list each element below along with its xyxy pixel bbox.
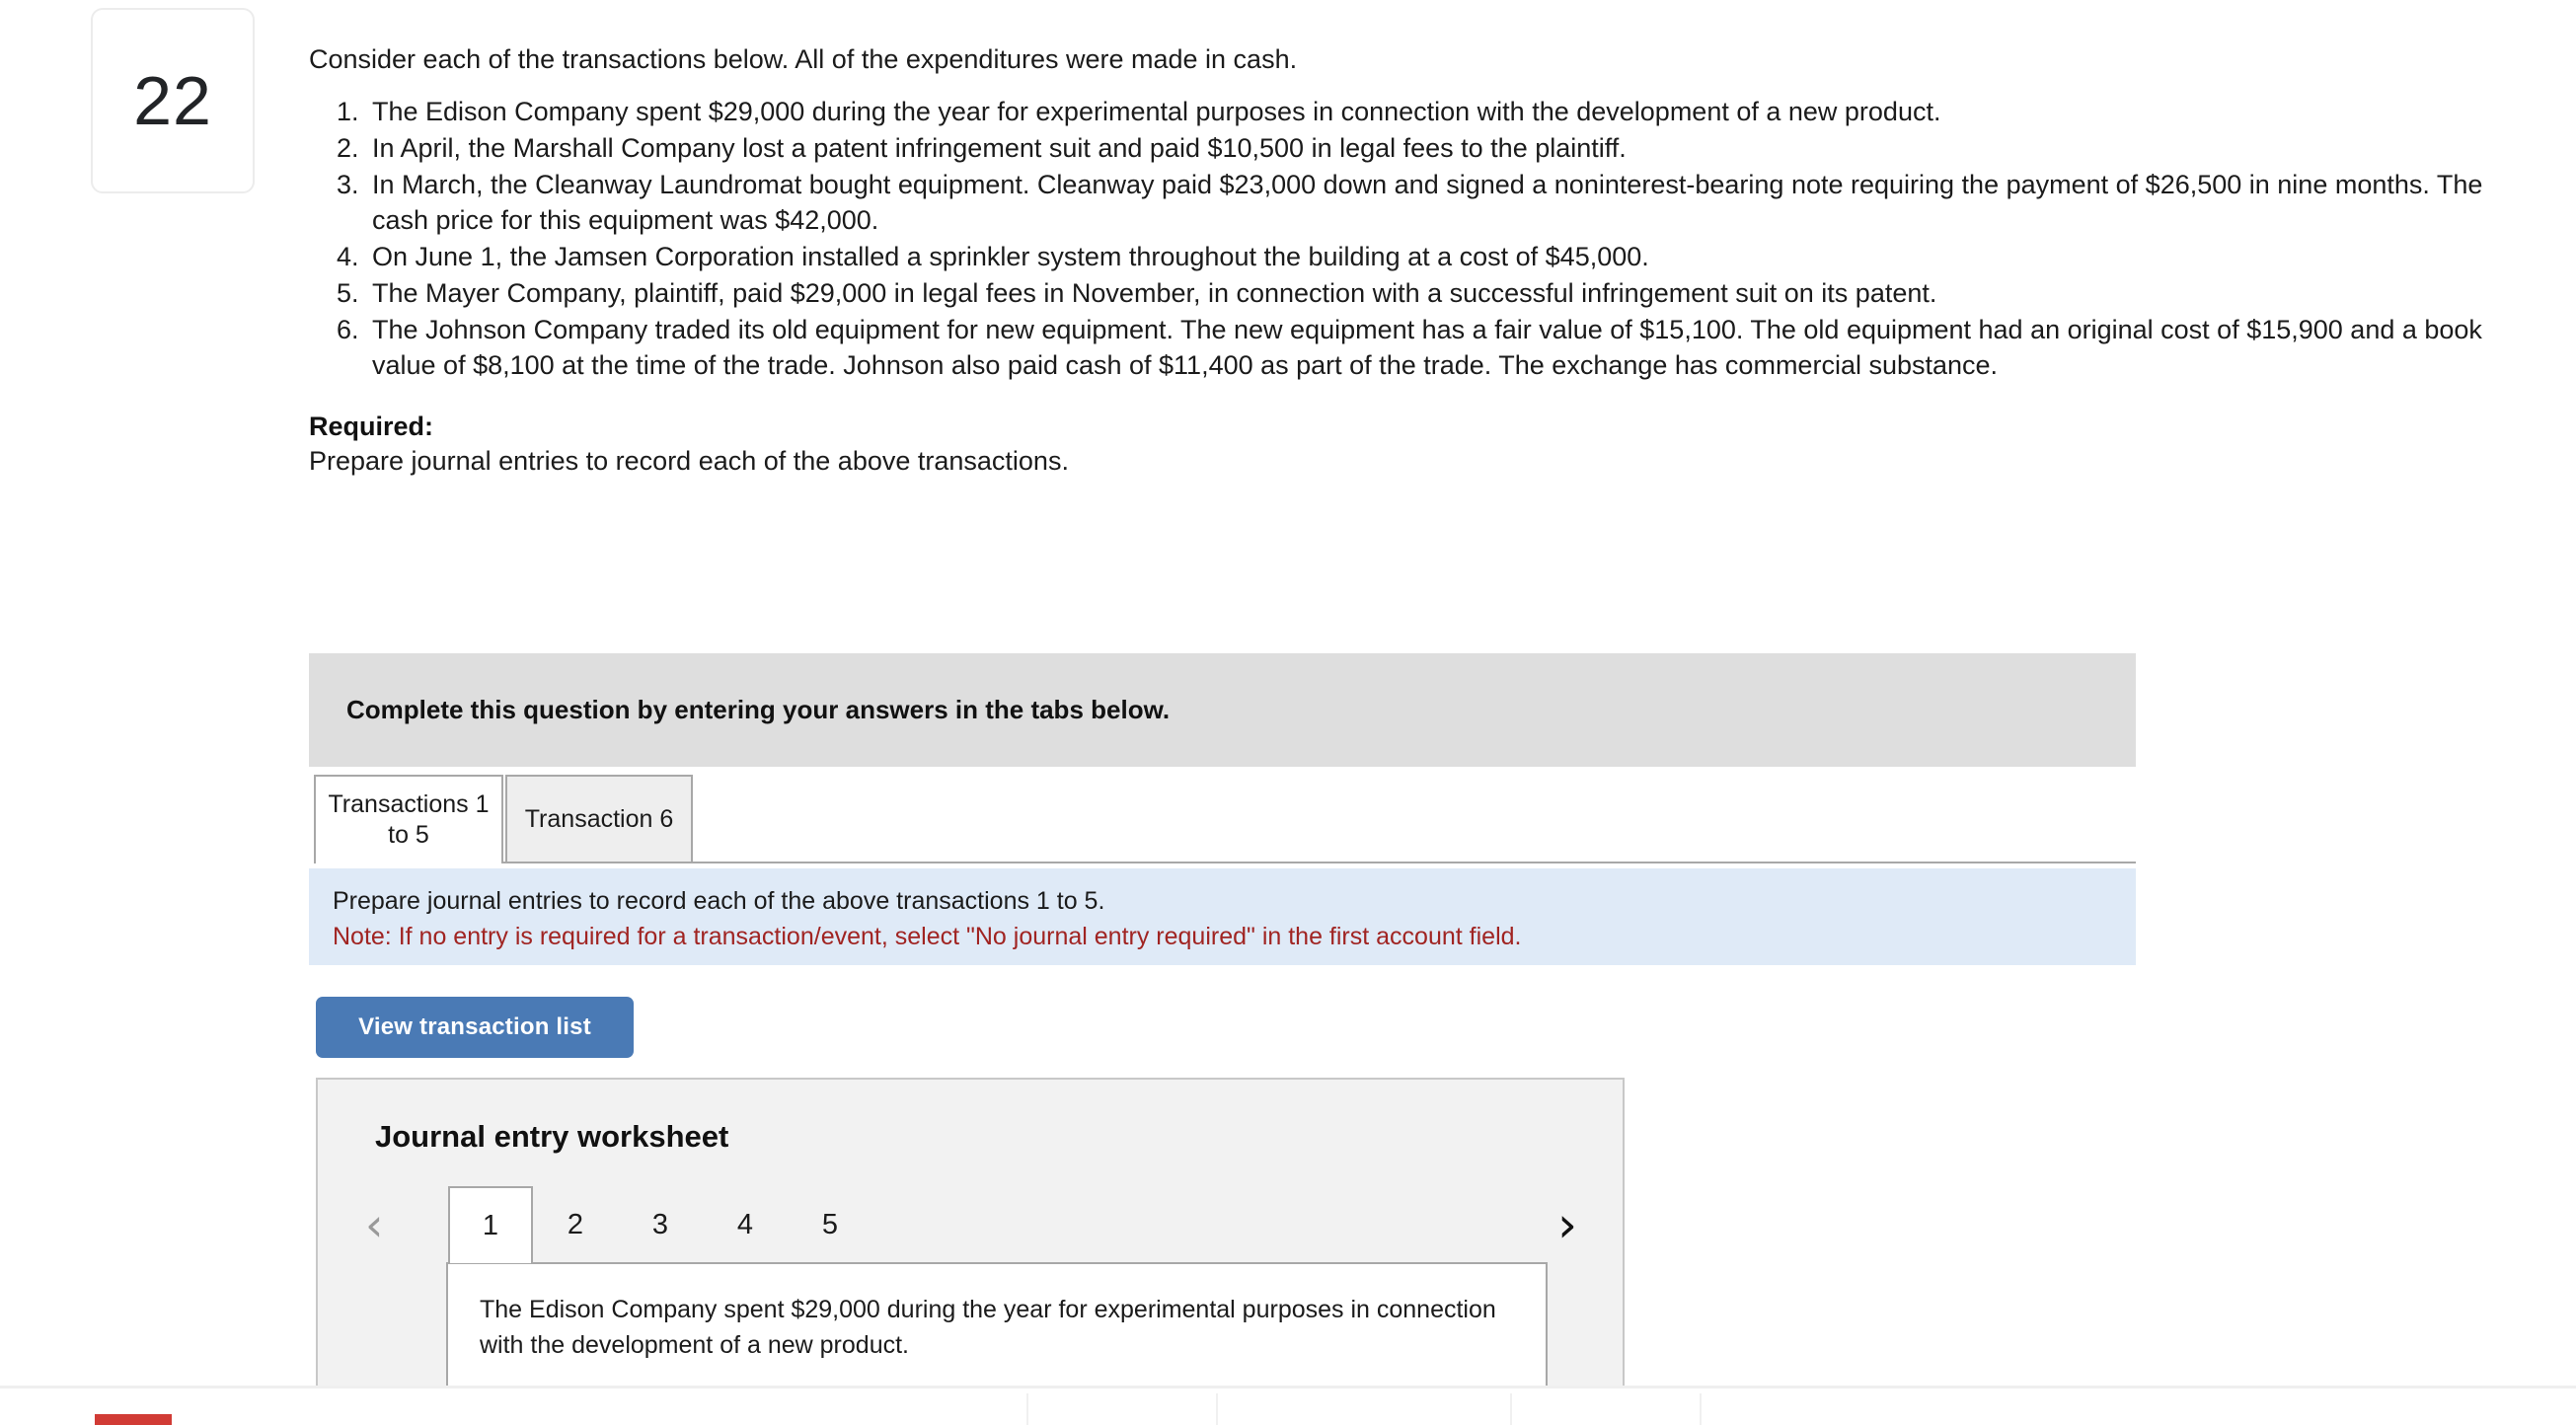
- worksheet-page-label: 4: [736, 1208, 754, 1240]
- info-note: Note: If no entry is required for a tran…: [333, 922, 1522, 950]
- worksheet-pagination: ‹ 1 2 3 4 5 ›: [318, 1186, 1627, 1263]
- question-content: Consider each of the transactions below.…: [309, 41, 2510, 477]
- required-label: Required:: [309, 411, 434, 441]
- chevron-left-icon[interactable]: ‹: [365, 1186, 383, 1263]
- worksheet-page-1[interactable]: 1: [448, 1186, 533, 1263]
- instruction-banner-text: Complete this question by entering your …: [346, 695, 1171, 724]
- info-box: Prepare journal entries to record each o…: [309, 868, 2136, 965]
- required-text: Prepare journal entries to record each o…: [309, 445, 1069, 476]
- tabs-underline: [314, 862, 2136, 863]
- tab-label: Transaction 6: [524, 805, 674, 834]
- worksheet-page-label: 5: [821, 1208, 839, 1240]
- transaction-list: The Edison Company spent $29,000 during …: [309, 95, 2510, 383]
- tab-transaction-6[interactable]: Transaction 6: [505, 775, 693, 863]
- worksheet-page-tabs: 1 2 3 4 5: [448, 1186, 872, 1263]
- footer-divider: [1026, 1393, 1028, 1425]
- list-item: On June 1, the Jamsen Corporation instal…: [366, 240, 2510, 275]
- tab-transactions-1-to-5[interactable]: Transactions 1 to 5: [314, 775, 503, 863]
- question-intro: Consider each of the transactions below.…: [309, 44, 1298, 74]
- view-transaction-list-button[interactable]: View transaction list: [316, 997, 634, 1058]
- question-number: 22: [133, 62, 212, 139]
- worksheet-page-label: 3: [651, 1208, 669, 1240]
- worksheet-title: Journal entry worksheet: [375, 1119, 729, 1154]
- worksheet-page-2[interactable]: 2: [533, 1186, 618, 1263]
- footer-divider: [1700, 1393, 1702, 1425]
- worksheet-entry-text: The Edison Company spent $29,000 during …: [480, 1296, 1496, 1360]
- question-number-box: 22: [91, 8, 255, 193]
- worksheet-page-label: 2: [567, 1208, 584, 1240]
- instruction-banner: Complete this question by entering your …: [309, 653, 2136, 767]
- list-item: In April, the Marshall Company lost a pa…: [366, 131, 2510, 167]
- footer-bar: [0, 1388, 2576, 1425]
- journal-entry-worksheet: Journal entry worksheet ‹ 1 2 3 4 5 › Th…: [316, 1078, 1627, 1415]
- worksheet-page-5[interactable]: 5: [788, 1186, 872, 1263]
- worksheet-page-3[interactable]: 3: [618, 1186, 703, 1263]
- info-instruction: Prepare journal entries to record each o…: [333, 887, 1105, 915]
- chevron-right-icon[interactable]: ›: [1557, 1186, 1577, 1263]
- list-item: The Mayer Company, plaintiff, paid $29,0…: [366, 276, 2510, 312]
- list-item: The Johnson Company traded its old equip…: [366, 313, 2510, 384]
- tab-label: Transactions 1 to 5: [328, 789, 490, 849]
- list-item: The Edison Company spent $29,000 during …: [366, 95, 2510, 130]
- worksheet-page-label: 1: [482, 1209, 499, 1241]
- footer-accent-bar: [95, 1414, 172, 1425]
- footer-divider: [1216, 1393, 1218, 1425]
- footer-divider: [1510, 1393, 1512, 1425]
- worksheet-page-4[interactable]: 4: [703, 1186, 788, 1263]
- list-item: In March, the Cleanway Laundromat bought…: [366, 168, 2510, 239]
- answer-tabs: Transactions 1 to 5 Transaction 6: [314, 773, 2136, 863]
- page-root: 22 Consider each of the transactions bel…: [0, 0, 2576, 1425]
